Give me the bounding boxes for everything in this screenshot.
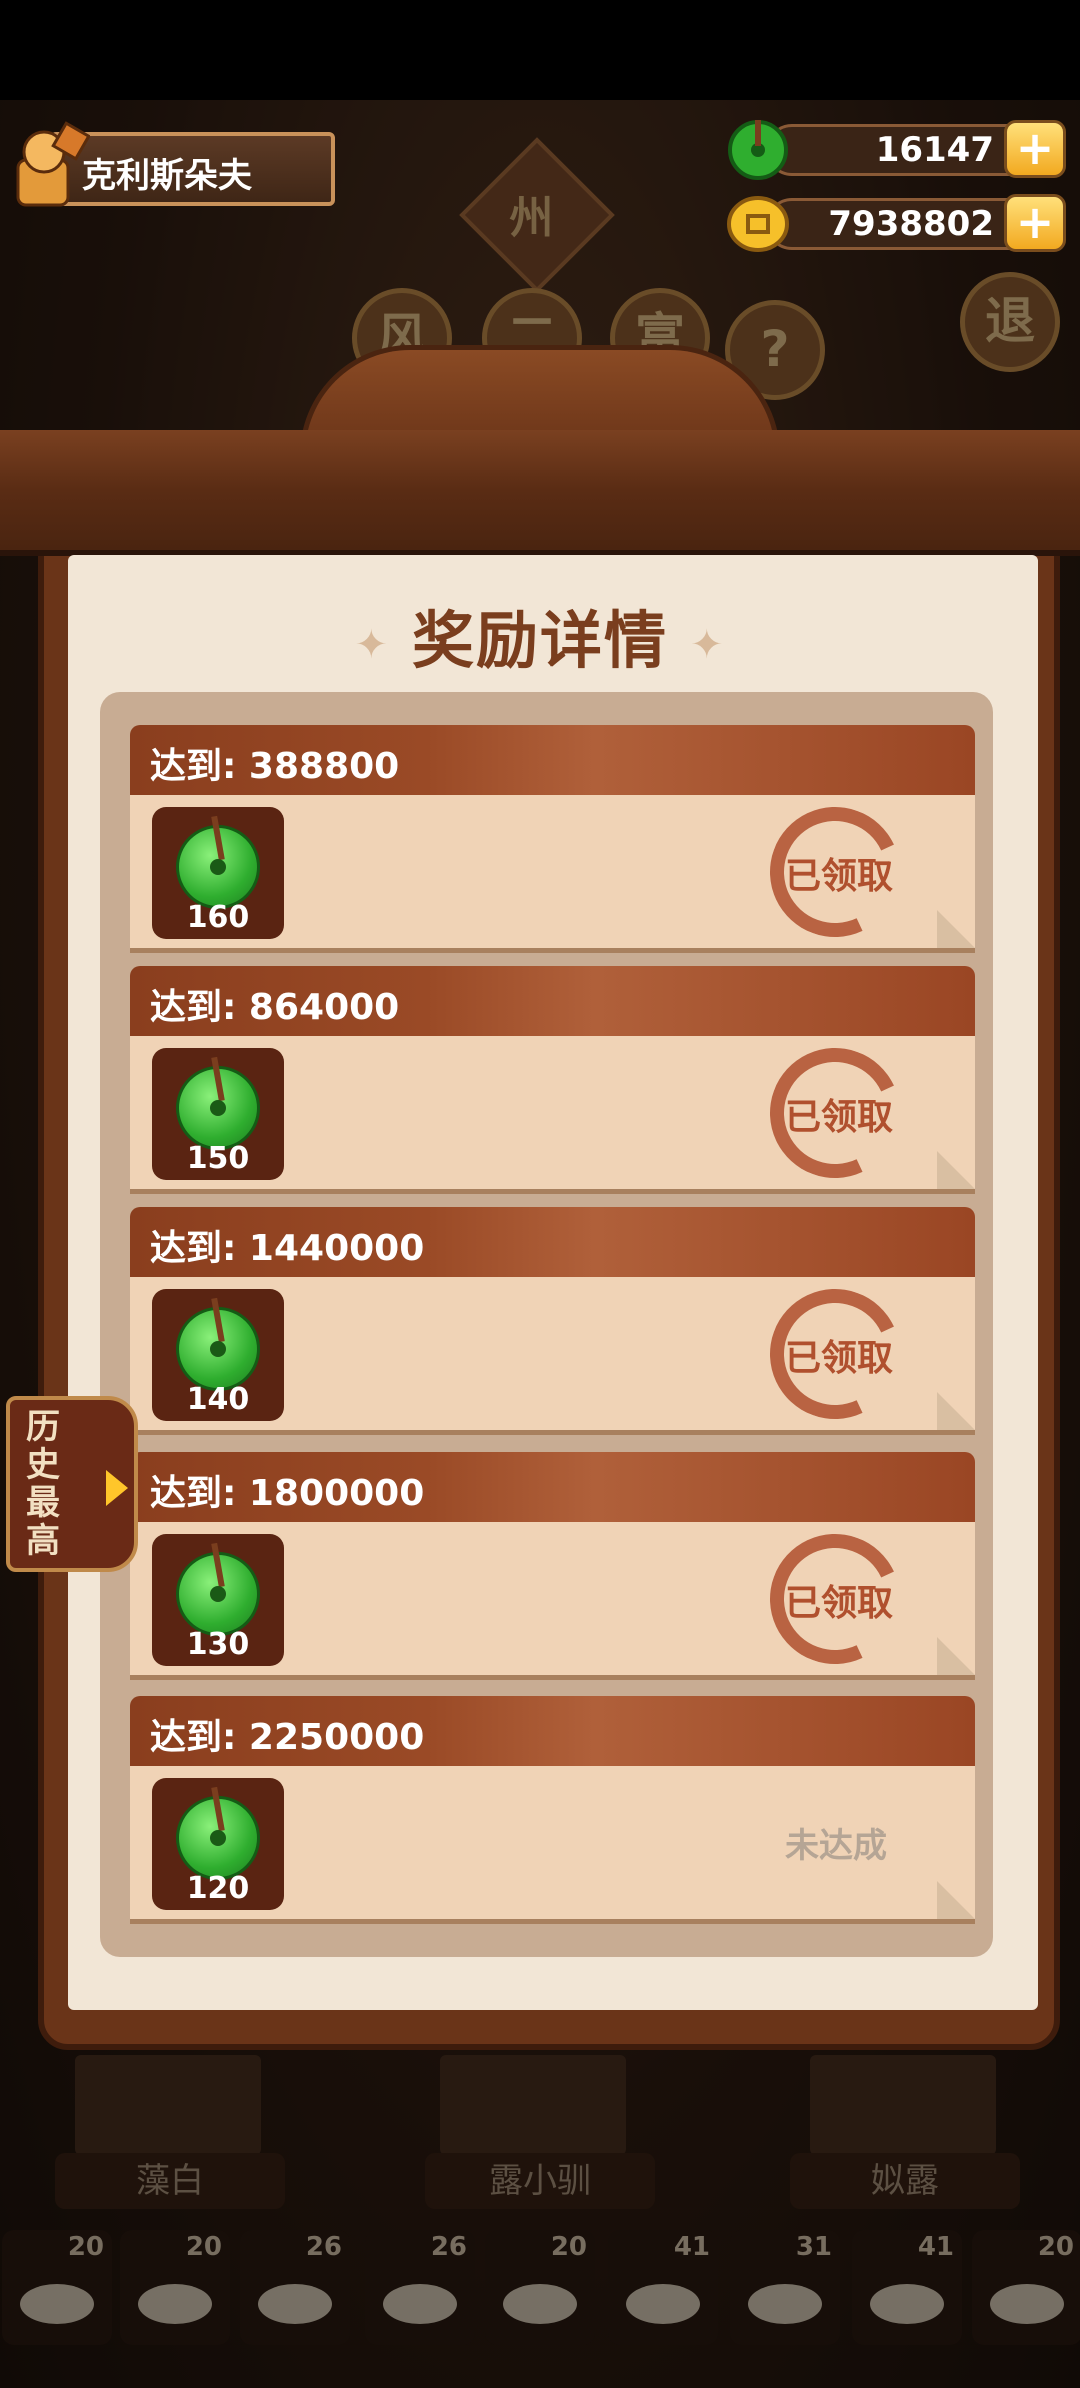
jade-icon <box>176 1552 260 1636</box>
reward-card: 达到: 2250000 120 未达成 <box>130 1696 975 1924</box>
reward-status: 已领取 <box>784 1097 893 1138</box>
reward-card: 达到: 1440000 140 已领取 <box>130 1207 975 1438</box>
sparkle-icon: ✦ <box>690 621 726 668</box>
history-best-tab[interactable]: 历史最高 <box>6 1396 138 1572</box>
jade-icon <box>176 1307 260 1391</box>
reward-card: 达到: 864000 150 已领取 <box>130 966 975 1197</box>
reward-threshold: 达到: 2250000 <box>150 1717 425 1758</box>
reward-amount: 130 <box>186 1627 250 1662</box>
reward-amount: 160 <box>186 900 250 935</box>
player-profile[interactable]: 克利斯朵夫 <box>10 120 335 210</box>
jade-reward-item[interactable]: 160 <box>152 807 284 939</box>
reward-status: 已领取 <box>784 1338 893 1379</box>
modal-title-row: ✦ 奖励详情 ✦ <box>0 590 1080 680</box>
coin-icon <box>727 196 789 252</box>
modal-beam <box>0 430 1080 556</box>
add-jade-button[interactable]: + <box>1004 120 1066 178</box>
reward-threshold: 达到: 1800000 <box>150 1473 425 1514</box>
jade-amount: 16147 <box>875 130 994 170</box>
reward-amount: 120 <box>186 1871 250 1906</box>
jade-reward-item[interactable]: 150 <box>152 1048 284 1180</box>
jade-icon <box>176 825 260 909</box>
jade-reward-item[interactable]: 130 <box>152 1534 284 1666</box>
add-coins-button[interactable]: + <box>1004 194 1066 252</box>
jade-icon <box>176 1796 260 1880</box>
jade-reward-item[interactable]: 120 <box>152 1778 284 1910</box>
player-avatar-icon <box>16 121 90 207</box>
reward-amount: 150 <box>186 1141 250 1176</box>
modal-title: 奖励详情 <box>411 604 668 677</box>
reward-status: 已领取 <box>784 856 893 897</box>
coin-counter: 7938802 + <box>726 192 1066 256</box>
jade-icon <box>176 1066 260 1150</box>
reward-amount: 140 <box>186 1382 250 1417</box>
reward-threshold: 达到: 1440000 <box>150 1228 425 1269</box>
reward-status: 已领取 <box>784 1583 893 1624</box>
history-best-label: 历史最高 <box>26 1407 60 1561</box>
player-name: 克利斯朵夫 <box>82 156 252 196</box>
reward-card: 达到: 388800 160 已领取 <box>130 725 975 956</box>
jade-reward-item[interactable]: 140 <box>152 1289 284 1421</box>
reward-threshold: 达到: 864000 <box>150 987 400 1028</box>
reward-threshold: 达到: 388800 <box>150 746 400 787</box>
jade-icon <box>728 120 788 180</box>
reward-status: 未达成 <box>785 1826 887 1866</box>
coin-amount: 7938802 <box>828 204 994 244</box>
sparkle-icon: ✦ <box>354 621 390 668</box>
arrow-right-icon <box>106 1470 128 1506</box>
reward-card: 达到: 1800000 130 已领取 <box>130 1452 975 1683</box>
jade-counter: 16147 + <box>726 118 1066 182</box>
